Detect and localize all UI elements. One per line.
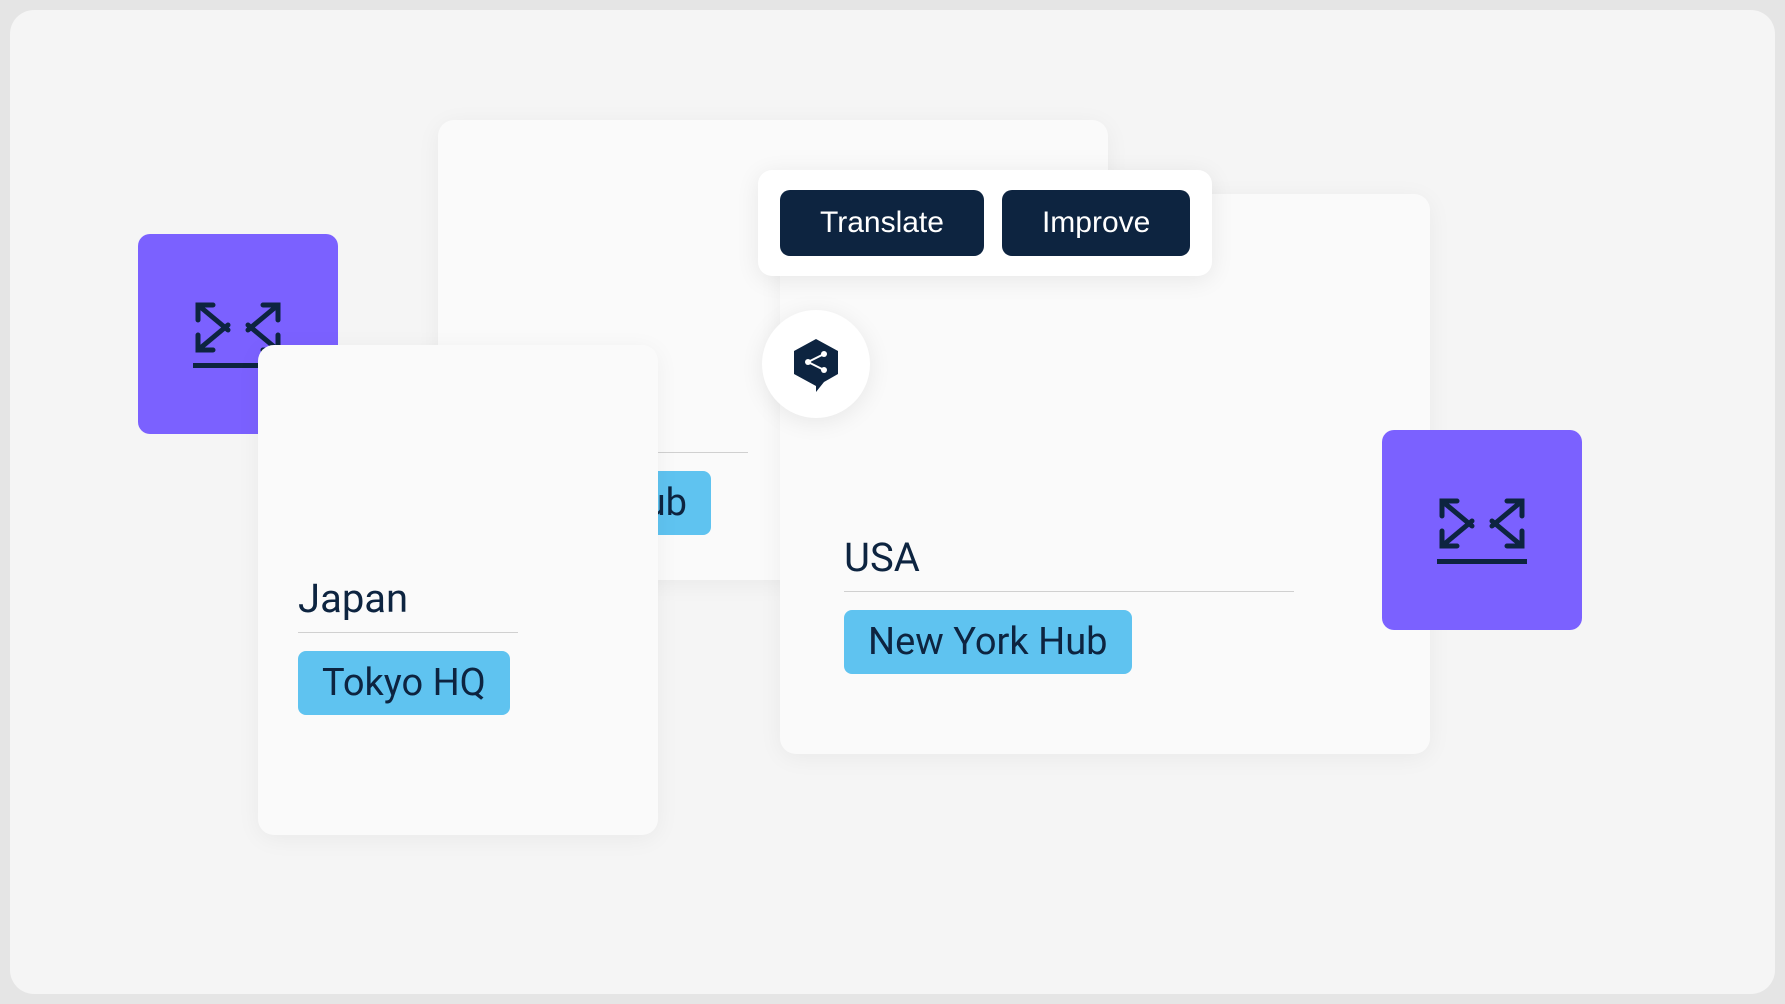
ai-toolbar: Translate Improve (758, 170, 1212, 276)
chat-hexagon-icon (786, 334, 846, 394)
expand-tile-right (1382, 430, 1582, 630)
usa-card: USA New York Hub (780, 194, 1430, 754)
ai-assistant-button[interactable] (762, 310, 870, 418)
hub-tag-usa[interactable]: New York Hub (844, 610, 1132, 674)
expand-icon (1437, 496, 1527, 551)
hub-tag-japan[interactable]: Tokyo HQ (298, 651, 510, 715)
translate-button[interactable]: Translate (780, 190, 984, 256)
country-label-usa: USA (844, 534, 1294, 592)
japan-card: Japan Tokyo HQ (258, 345, 658, 835)
canvas: Germany Berlin Hub Japan Tokyo HQ USA Ne… (10, 10, 1775, 994)
improve-button[interactable]: Improve (1002, 190, 1190, 256)
expand-underline (1437, 559, 1527, 564)
country-label-japan: Japan (298, 575, 518, 633)
